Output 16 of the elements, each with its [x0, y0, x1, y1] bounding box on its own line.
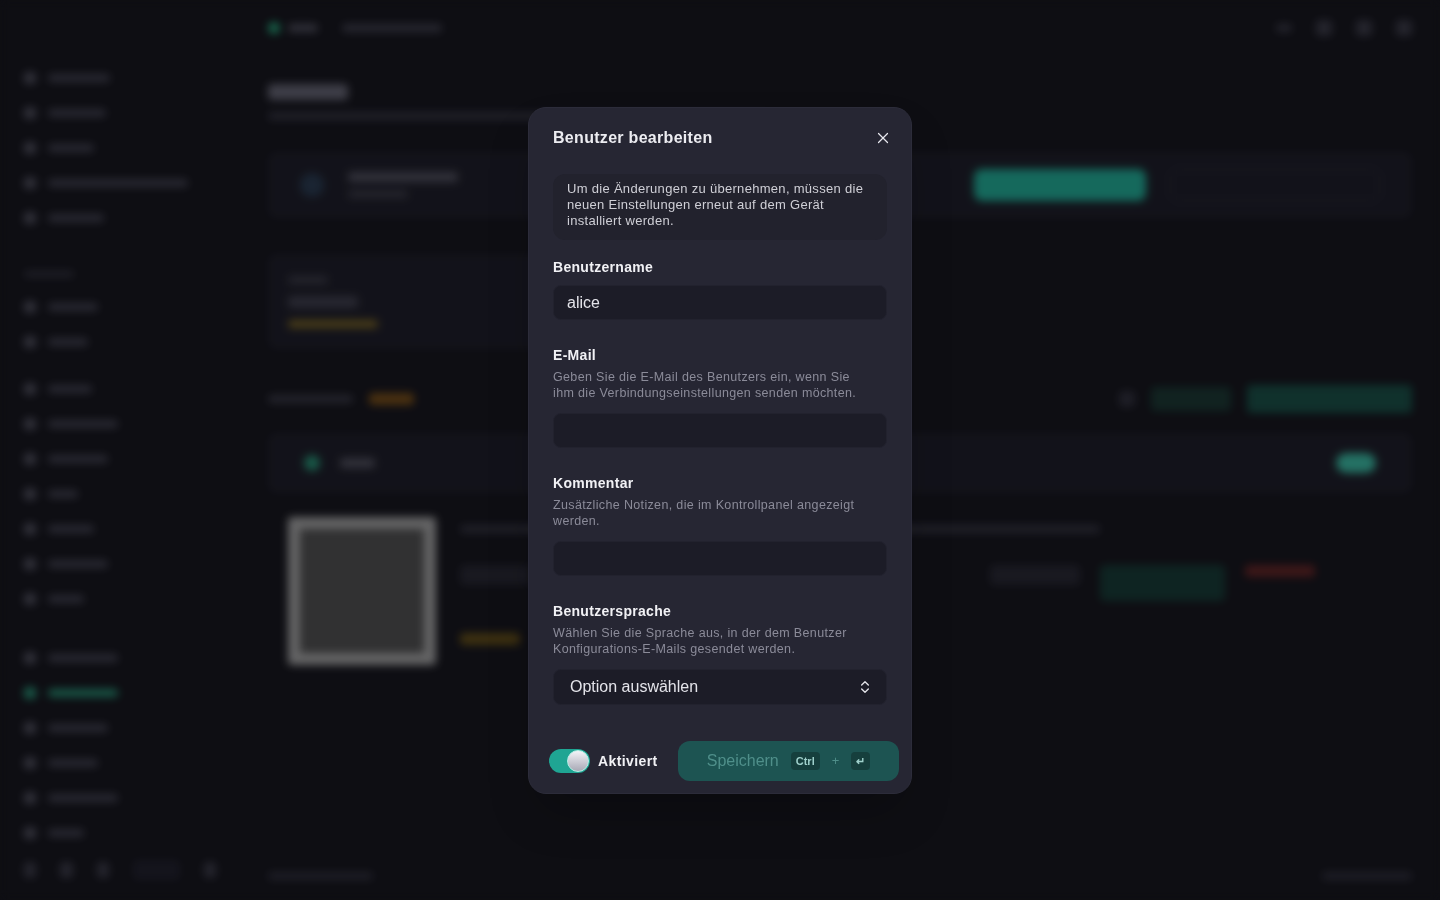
- shortcut-key: ↵: [851, 751, 871, 771]
- field-help-text: Geben Sie die E-Mail des Benutzers ein, wenn Sie ihm die Verbindungseinstellungen senden möchten.: [553, 369, 858, 401]
- shortcut-separator: +: [831, 752, 840, 771]
- field-label: E-Mail: [553, 346, 598, 365]
- notice-box: Um die Änderungen zu übernehmen, müssen die neuen Einstellungen erneut auf dem Gerät installiert werden.: [553, 174, 887, 240]
- toggle-label: Aktiviert: [598, 751, 658, 771]
- input-field[interactable]: alice: [553, 285, 887, 320]
- field-label: Benutzersprache: [553, 602, 673, 621]
- field-label: Kommentar: [553, 474, 635, 493]
- field-help-text: Zusätzliche Notizen, die im Kontrollpanel angezeigt werden.: [553, 497, 856, 529]
- dialog-title: Benutzer bearbeiten: [553, 128, 713, 148]
- select-field[interactable]: Option auswählen: [553, 669, 887, 705]
- field-help-text: Wählen Sie die Sprache aus, in der dem Benutzer Konfigurations-E-Mails gesendet werden.: [553, 625, 848, 657]
- enabled-toggle[interactable]: [549, 749, 590, 773]
- shortcut-key: Ctrl: [790, 751, 820, 771]
- field-label: Benutzername: [553, 258, 655, 277]
